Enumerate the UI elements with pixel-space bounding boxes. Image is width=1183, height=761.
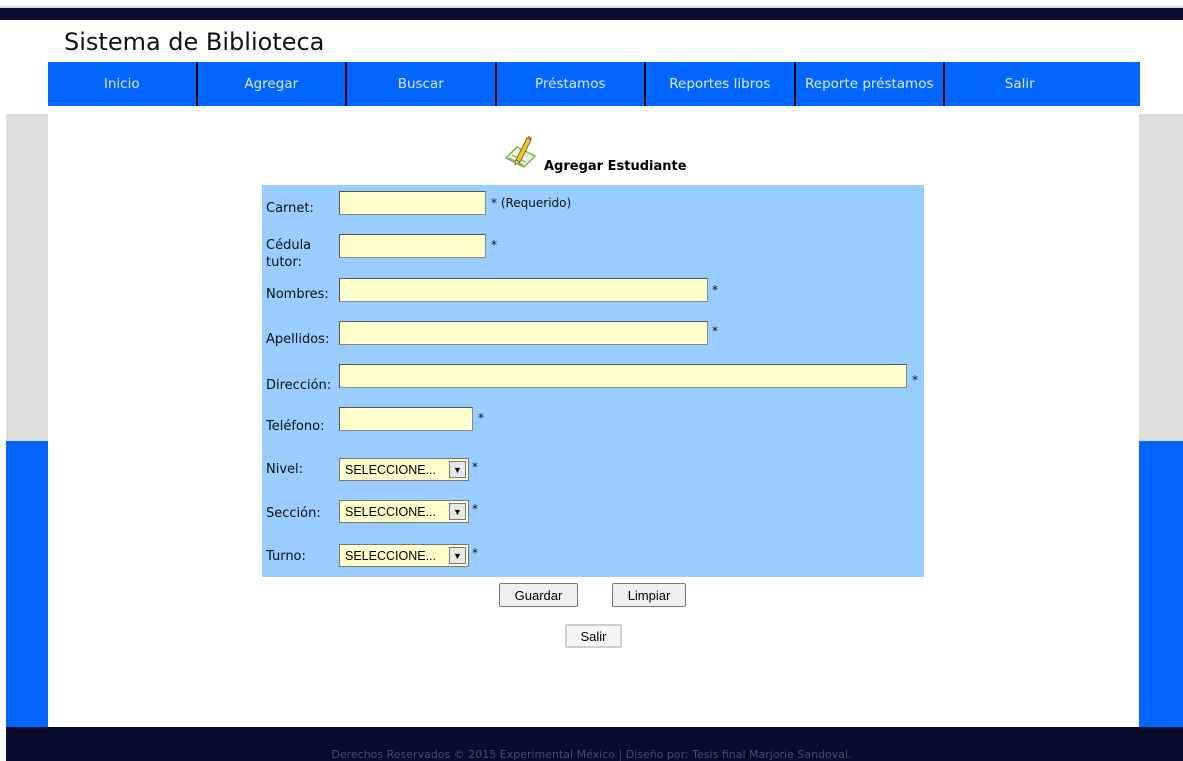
nav-item-reporte-prestamos[interactable]: Reporte préstamos <box>796 62 945 106</box>
telefono-label: Teléfono: <box>266 419 325 434</box>
nombres-required-mark: * <box>712 283 718 297</box>
exit-button[interactable]: Salir <box>565 624 622 648</box>
nav-item-salir[interactable]: Salir <box>945 62 1095 106</box>
carnet-input[interactable] <box>339 191 486 215</box>
seccion-label: Sección: <box>266 506 321 521</box>
apellidos-input[interactable] <box>339 321 708 345</box>
clear-button[interactable]: Limpiar <box>612 583 686 607</box>
nav-item-reportes-libros[interactable]: Reportes libros <box>646 62 796 106</box>
nav-item-agregar[interactable]: Agregar <box>198 62 347 106</box>
direccion-label: Dirección: <box>266 378 332 393</box>
turno-required-mark: * <box>472 546 478 560</box>
main-nav: Inicio Agregar Buscar Préstamos Reportes… <box>48 62 1140 106</box>
top-bar <box>0 8 1183 20</box>
nombres-label: Nombres: <box>266 287 329 302</box>
cedula-required-mark: * <box>491 238 497 252</box>
footer-copyright: Derechos Reservados © 2015 Experimental … <box>331 748 852 761</box>
nombres-input[interactable] <box>339 278 708 302</box>
site-title: Sistema de Biblioteca <box>64 28 325 56</box>
apellidos-label: Apellidos: <box>266 332 330 347</box>
direccion-required-mark: * <box>912 373 918 387</box>
cedula-tutor-input[interactable] <box>339 234 486 258</box>
turno-selected-value: SELECCIONE... <box>345 548 436 563</box>
nivel-required-mark: * <box>472 460 478 474</box>
turno-select[interactable]: SELECCIONE... ▼ <box>339 544 469 567</box>
form-header: Agregar Estudiante <box>500 132 687 176</box>
nivel-label: Nivel: <box>266 462 304 477</box>
cedula-tutor-label: Cédula tutor: <box>266 238 312 270</box>
right-gutter-gray <box>1139 114 1183 441</box>
right-gutter-blue <box>1139 441 1183 727</box>
carnet-label: Carnet: <box>266 201 314 216</box>
telefono-input[interactable] <box>339 407 473 431</box>
chevron-down-icon[interactable]: ▼ <box>449 461 466 478</box>
apellidos-required-mark: * <box>712 324 718 338</box>
nav-item-inicio[interactable]: Inicio <box>48 62 198 106</box>
save-button[interactable]: Guardar <box>499 583 578 607</box>
seccion-select[interactable]: SELECCIONE... ▼ <box>339 500 469 523</box>
seccion-selected-value: SELECCIONE... <box>345 504 436 519</box>
left-gutter-gray <box>6 114 48 441</box>
nav-item-buscar[interactable]: Buscar <box>347 62 497 106</box>
chevron-down-icon[interactable]: ▼ <box>449 503 466 520</box>
telefono-required-mark: * <box>478 411 484 425</box>
left-gutter-blue <box>6 441 48 727</box>
form-title: Agregar Estudiante <box>544 159 687 174</box>
nivel-selected-value: SELECCIONE... <box>345 462 436 477</box>
turno-label: Turno: <box>266 549 306 564</box>
nav-item-prestamos[interactable]: Préstamos <box>497 62 646 106</box>
chevron-down-icon[interactable]: ▼ <box>449 547 466 564</box>
seccion-required-mark: * <box>472 502 478 516</box>
edit-document-icon <box>500 134 544 176</box>
nivel-select[interactable]: SELECCIONE... ▼ <box>339 458 469 481</box>
direccion-input[interactable] <box>339 364 907 388</box>
carnet-required-note: * (Requerido) <box>491 196 572 210</box>
